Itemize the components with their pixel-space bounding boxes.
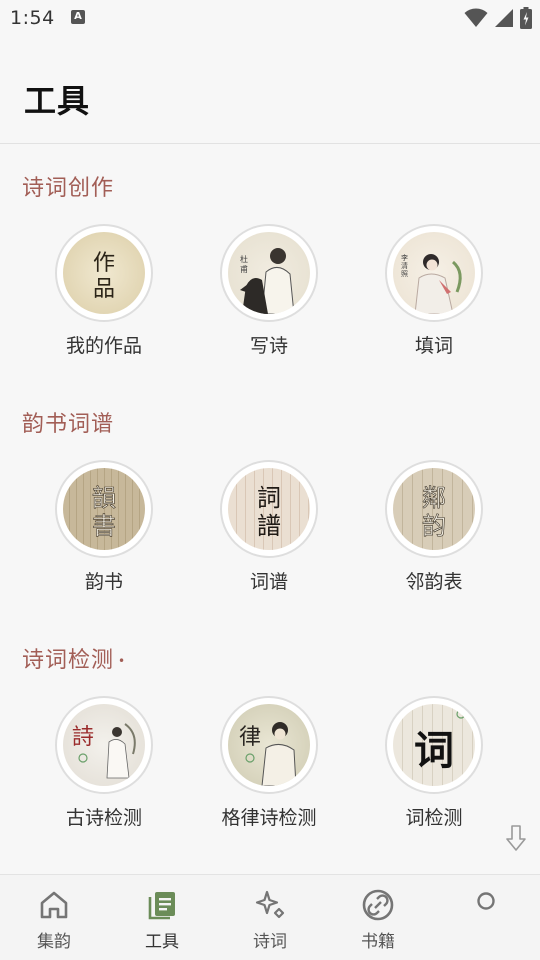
- tool-ci-pattern[interactable]: 詞 譜 词谱: [194, 460, 344, 594]
- tab-more[interactable]: [432, 875, 540, 960]
- tool-ancient-poem-check-button[interactable]: 詩: [55, 696, 153, 794]
- tool-write-poem[interactable]: 杜 甫 写诗: [194, 224, 344, 358]
- tool-label: 填词: [414, 335, 453, 357]
- tools-book-icon: [148, 892, 175, 920]
- section-title-rhyme: 韵书词谱: [22, 412, 115, 437]
- bottom-tab-bar: 集韵 工具 诗词 书籍: [0, 874, 540, 960]
- tool-ancient-poem-check[interactable]: 詩 古诗检测: [29, 696, 179, 830]
- tab-label: 工具: [145, 932, 179, 952]
- status-time: 1:54: [10, 7, 55, 29]
- tool-rhyme-book[interactable]: 韻 書 韵书: [29, 460, 179, 594]
- svg-text:韵: 韵: [422, 512, 446, 540]
- notification-a-icon: A: [71, 10, 85, 24]
- svg-text:譜: 譜: [257, 512, 281, 540]
- svg-text:清: 清: [401, 261, 408, 270]
- works-art-char-2: 品: [93, 277, 115, 302]
- tool-regulated-verse-check-button[interactable]: 律: [220, 696, 318, 794]
- svg-text:詩: 詩: [72, 725, 94, 750]
- svg-text:鄰: 鄰: [422, 484, 446, 512]
- section-title-creation: 诗词创作: [22, 176, 115, 201]
- tool-rhyme-book-button[interactable]: 韻 書: [55, 460, 153, 558]
- circle-icon: [477, 892, 495, 910]
- tab-books[interactable]: 书籍: [324, 875, 432, 960]
- section-title-check: 诗词检测 •: [22, 642, 126, 674]
- tool-ci-check-button[interactable]: 词: [385, 696, 483, 794]
- tool-label: 写诗: [249, 335, 288, 357]
- tab-poems[interactable]: 诗词: [216, 875, 324, 960]
- tool-my-works-button[interactable]: 作 品: [55, 224, 153, 322]
- rhyme-book-icon: 韻 書: [63, 468, 145, 550]
- tab-label: 书籍: [361, 932, 395, 952]
- svg-text:李: 李: [401, 253, 408, 262]
- link-icon: [362, 889, 394, 921]
- sparkle-icon: [255, 890, 285, 919]
- tool-ci-pattern-button[interactable]: 詞 譜: [220, 460, 318, 558]
- lady-portrait-icon: 李 清 照: [393, 232, 475, 314]
- regulated-verse-check-icon: 律: [228, 704, 310, 786]
- svg-text:韻: 韻: [92, 484, 116, 512]
- wifi-icon: [464, 8, 488, 27]
- page-title: 工具: [24, 82, 91, 120]
- tab-label: 诗词: [253, 932, 287, 952]
- status-icons: [464, 6, 532, 30]
- svg-text:書: 書: [92, 512, 116, 540]
- tool-label: 词谱: [249, 571, 288, 593]
- ci-pattern-icon: 詞 譜: [228, 468, 310, 550]
- tool-neighbor-rhyme[interactable]: 鄰 韵 邻韵表: [359, 460, 509, 594]
- tool-fill-ci[interactable]: 李 清 照 填词: [359, 224, 509, 358]
- tab-jiyun[interactable]: 集韵: [0, 875, 108, 960]
- svg-text:甫: 甫: [240, 264, 248, 274]
- tool-label: 格律诗检测: [221, 807, 317, 829]
- tool-label: 韵书: [84, 571, 123, 593]
- signal-icon: [495, 9, 513, 27]
- tool-label: 我的作品: [65, 335, 142, 357]
- ancient-poem-check-icon: 詩: [63, 704, 145, 786]
- neighbor-rhyme-icon: 鄰 韵: [393, 468, 475, 550]
- battery-icon: [520, 7, 532, 29]
- tool-regulated-verse-check[interactable]: 律 格律诗检测: [194, 696, 344, 830]
- svg-text:詞: 詞: [257, 484, 281, 512]
- tool-label: 古诗检测: [65, 807, 142, 829]
- svg-text:词: 词: [414, 727, 454, 774]
- ci-check-icon: 词: [393, 704, 475, 786]
- works-art-char-1: 作: [93, 251, 115, 276]
- svg-text:照: 照: [401, 270, 408, 278]
- app-header: 工具: [0, 36, 540, 144]
- tab-label: 集韵: [37, 932, 71, 952]
- tool-fill-ci-button[interactable]: 李 清 照: [385, 224, 483, 322]
- section-title-check-text: 诗词检测: [22, 648, 115, 673]
- tool-label: 邻韵表: [405, 571, 463, 593]
- status-bar: 1:54 A: [0, 0, 540, 36]
- tool-ci-check[interactable]: 词 词检测: [359, 696, 509, 830]
- tool-neighbor-rhyme-button[interactable]: 鄰 韵: [385, 460, 483, 558]
- scroll-down-arrow-icon[interactable]: [505, 824, 527, 852]
- home-icon: [40, 891, 68, 919]
- poet-portrait-icon: 杜 甫: [228, 232, 310, 314]
- works-icon: 作 品: [63, 232, 145, 314]
- svg-text:律: 律: [239, 725, 261, 750]
- section-title-check-dot: •: [118, 654, 127, 668]
- tool-my-works[interactable]: 作 品 我的作品: [29, 224, 179, 358]
- tool-write-poem-button[interactable]: 杜 甫: [220, 224, 318, 322]
- tab-tools[interactable]: 工具: [108, 875, 216, 960]
- svg-text:杜: 杜: [240, 254, 248, 264]
- tool-label: 词检测: [405, 807, 463, 829]
